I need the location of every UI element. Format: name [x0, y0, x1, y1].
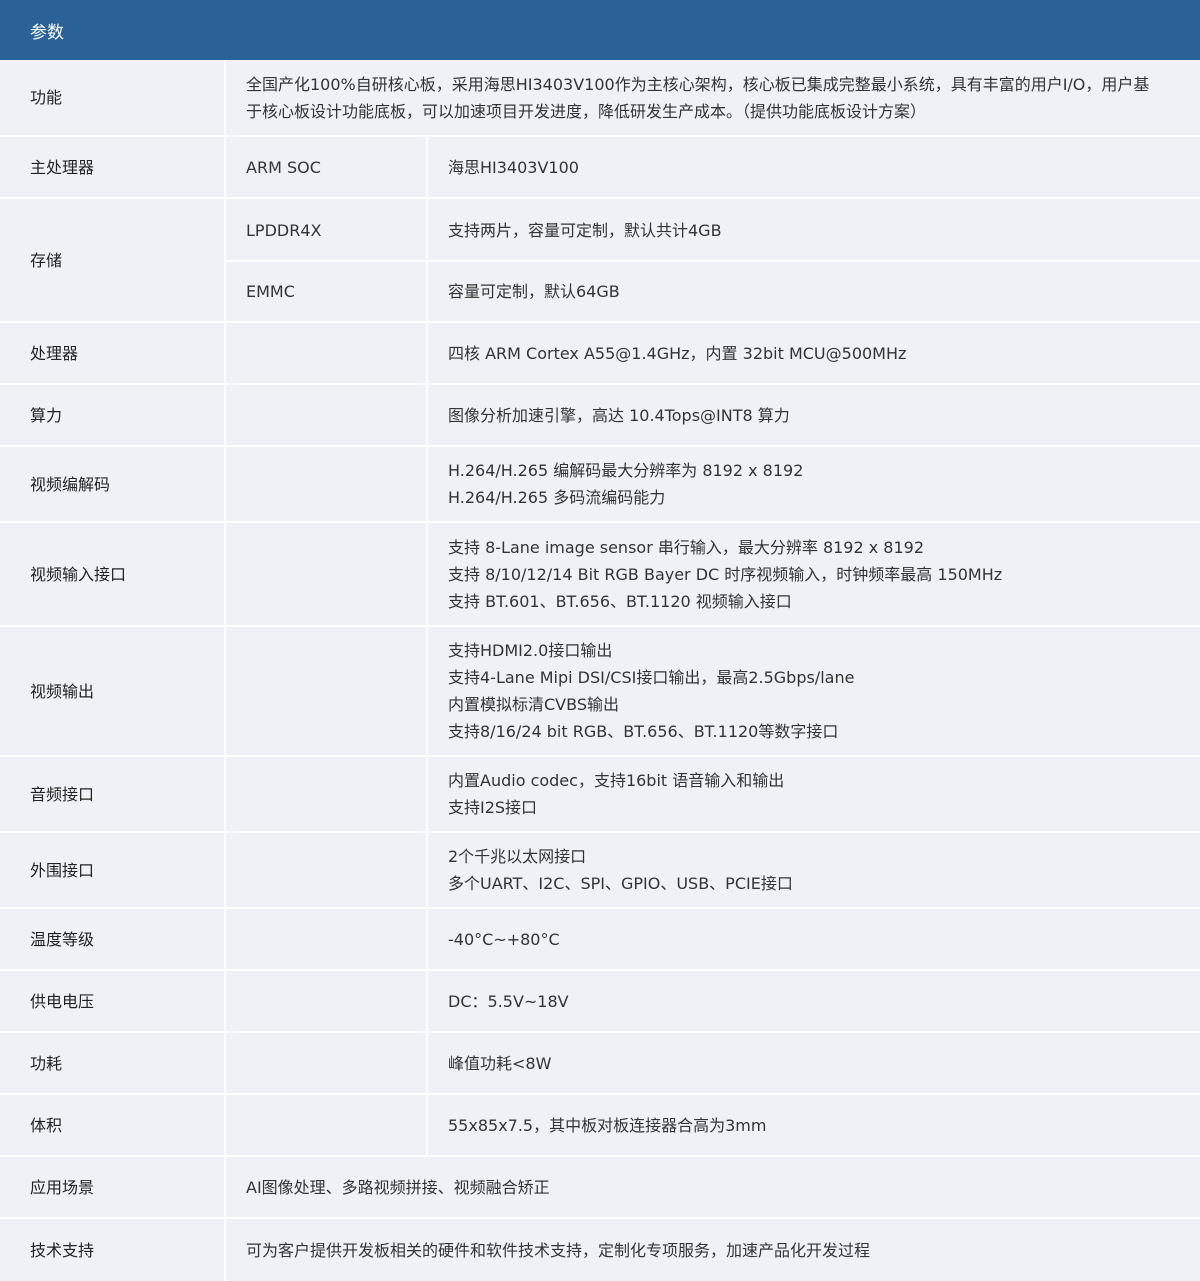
row-temperature: 温度等级 -40°C~+80°C: [0, 909, 1200, 971]
row-label: 算力: [0, 385, 224, 445]
row-label: 功能: [0, 60, 224, 135]
row-value: 支持 8-Lane image sensor 串行输入，最大分辨率 8192 x…: [426, 523, 1200, 625]
value-line: 支持8/16/24 bit RGB、BT.656、BT.1120等数字接口: [448, 722, 839, 741]
row-label: 功耗: [0, 1033, 224, 1093]
row-sub-label: ARM SOC: [224, 137, 426, 197]
value-line: 内置模拟标清CVBS输出: [448, 695, 619, 714]
row-sub-empty: [224, 1033, 426, 1093]
row-compute: 算力 图像分析加速引擎，高达 10.4Tops@INT8 算力: [0, 385, 1200, 447]
row-peripheral: 外围接口 2个千兆以太网接口 多个UART、I2C、SPI、GPIO、USB、P…: [0, 833, 1200, 909]
row-video-input: 视频输入接口 支持 8-Lane image sensor 串行输入，最大分辨率…: [0, 523, 1200, 627]
row-label: 应用场景: [0, 1157, 224, 1217]
row-power-supply: 供电电压 DC：5.5V~18V: [0, 971, 1200, 1033]
row-value: 内置Audio codec，支持16bit 语音输入和输出 支持I2S接口: [426, 757, 1200, 831]
row-support: 技术支持 可为客户提供开发板相关的硬件和软件技术支持，定制化专项服务，加速产品化…: [0, 1219, 1200, 1281]
row-value: H.264/H.265 编解码最大分辨率为 8192 x 8192 H.264/…: [426, 447, 1200, 521]
row-label: 外围接口: [0, 833, 224, 907]
row-sub-empty: [224, 757, 426, 831]
value-line: 支持 8/10/12/14 Bit RGB Bayer DC 时序视频输入，时钟…: [448, 564, 1003, 584]
row-label: 处理器: [0, 323, 224, 383]
row-sub-empty: [224, 833, 426, 907]
row-label: 视频输入接口: [0, 523, 224, 625]
value-line: 内置Audio codec，支持16bit 语音输入和输出: [448, 771, 785, 790]
value-line: 支持I2S接口: [448, 798, 538, 817]
row-value: 峰值功耗<8W: [426, 1033, 1200, 1093]
row-value: 全国产化100%自研核心板，采用海思HI3403V100作为主核心架构，核心板已…: [224, 60, 1200, 135]
row-label: 视频输出: [0, 627, 224, 755]
row-sub-empty: [224, 971, 426, 1031]
row-video-codec: 视频编解码 H.264/H.265 编解码最大分辨率为 8192 x 8192 …: [0, 447, 1200, 523]
storage-value-emmc: 容量可定制，默认64GB: [428, 260, 1200, 320]
value-line: 支持 8-Lane image sensor 串行输入，最大分辨率 8192 x…: [448, 537, 925, 557]
row-label: 视频编解码: [0, 447, 224, 521]
row-label: 技术支持: [0, 1219, 224, 1281]
row-sub-empty: [224, 909, 426, 969]
spec-table: 功能 全国产化100%自研核心板，采用海思HI3403V100作为主核心架构，核…: [0, 60, 1200, 1281]
row-video-output: 视频输出 支持HDMI2.0接口输出 支持4-Lane Mipi DSI/CSI…: [0, 627, 1200, 757]
row-power-consumption: 功耗 峰值功耗<8W: [0, 1033, 1200, 1095]
row-label: 温度等级: [0, 909, 224, 969]
row-value: DC：5.5V~18V: [426, 971, 1200, 1031]
storage-sub-labels: LPDDR4X EMMC: [224, 199, 426, 321]
row-label: 主处理器: [0, 137, 224, 197]
row-storage: 存储 LPDDR4X EMMC 支持两片，容量可定制，默认共计4GB 容量可定制…: [0, 199, 1200, 323]
row-value: 55x85x7.5，其中板对板连接器合高为3mm: [426, 1095, 1200, 1155]
storage-values: 支持两片，容量可定制，默认共计4GB 容量可定制，默认64GB: [426, 199, 1200, 321]
storage-value-lpddr: 支持两片，容量可定制，默认共计4GB: [448, 220, 722, 240]
row-value: AI图像处理、多路视频拼接、视频融合矫正: [224, 1157, 1200, 1217]
value-line: 支持HDMI2.0接口输出: [448, 641, 613, 660]
header-title: 参数: [30, 22, 64, 43]
row-function: 功能 全国产化100%自研核心板，采用海思HI3403V100作为主核心架构，核…: [0, 60, 1200, 137]
row-sub-empty: [224, 323, 426, 383]
row-main-processor: 主处理器 ARM SOC 海思HI3403V100: [0, 137, 1200, 199]
row-sub-empty: [224, 447, 426, 521]
row-sub-empty: [224, 523, 426, 625]
row-value: 海思HI3403V100: [426, 137, 1200, 197]
storage-sub-lpddr: LPDDR4X: [246, 220, 322, 240]
row-value: 支持HDMI2.0接口输出 支持4-Lane Mipi DSI/CSI接口输出，…: [426, 627, 1200, 755]
row-value: -40°C~+80°C: [426, 909, 1200, 969]
row-value: 图像分析加速引擎，高达 10.4Tops@INT8 算力: [426, 385, 1200, 445]
value-line: 支持 BT.601、BT.656、BT.1120 视频输入接口: [448, 591, 792, 611]
row-sub-empty: [224, 1095, 426, 1155]
row-label: 音频接口: [0, 757, 224, 831]
value-line: H.264/H.265 多码流编码能力: [448, 488, 666, 507]
row-label: 存储: [0, 199, 224, 321]
value-line: H.264/H.265 编解码最大分辨率为 8192 x 8192: [448, 461, 804, 480]
function-text: 全国产化100%自研核心板，采用海思HI3403V100作为主核心架构，核心板已…: [246, 74, 1150, 121]
row-value: 可为客户提供开发板相关的硬件和软件技术支持，定制化专项服务，加速产品化开发过程: [224, 1219, 1200, 1281]
storage-sub-emmc: EMMC: [226, 260, 426, 320]
row-application: 应用场景 AI图像处理、多路视频拼接、视频融合矫正: [0, 1157, 1200, 1219]
row-value: 四核 ARM Cortex A55@1.4GHz，内置 32bit MCU@50…: [426, 323, 1200, 383]
row-label: 体积: [0, 1095, 224, 1155]
value-line: 多个UART、I2C、SPI、GPIO、USB、PCIE接口: [448, 874, 793, 893]
row-label: 供电电压: [0, 971, 224, 1031]
row-sub-empty: [224, 627, 426, 755]
params-header: 参数: [0, 0, 1200, 60]
row-sub-empty: [224, 385, 426, 445]
row-processor: 处理器 四核 ARM Cortex A55@1.4GHz，内置 32bit MC…: [0, 323, 1200, 385]
value-line: 2个千兆以太网接口: [448, 847, 587, 866]
row-volume: 体积 55x85x7.5，其中板对板连接器合高为3mm: [0, 1095, 1200, 1157]
row-audio: 音频接口 内置Audio codec，支持16bit 语音输入和输出 支持I2S…: [0, 757, 1200, 833]
value-line: 支持4-Lane Mipi DSI/CSI接口输出，最高2.5Gbps/lane: [448, 668, 855, 687]
row-value: 2个千兆以太网接口 多个UART、I2C、SPI、GPIO、USB、PCIE接口: [426, 833, 1200, 907]
